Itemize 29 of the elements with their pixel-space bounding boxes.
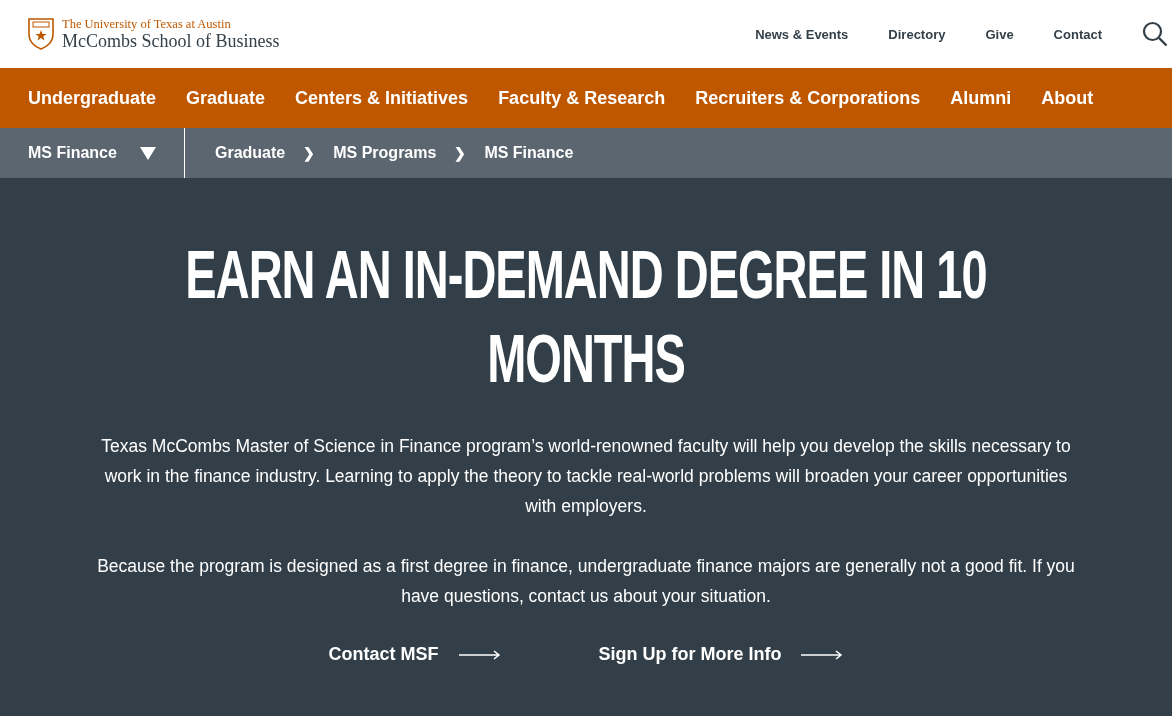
main-nav-link[interactable]: Undergraduate: [28, 87, 157, 109]
cta-link[interactable]: Contact MSF: [328, 644, 501, 665]
school-name: McCombs School of Business: [62, 31, 280, 51]
university-name: The University of Texas at Austin: [62, 17, 232, 31]
utility-link[interactable]: News & Events: [755, 26, 849, 42]
main-nav-link[interactable]: Faculty & Research: [498, 87, 666, 109]
breadcrumb-link[interactable]: MS Finance: [484, 144, 574, 162]
shield-icon: [28, 18, 54, 50]
breadcrumb-separator: ❯: [303, 145, 316, 161]
utility-link[interactable]: Give: [985, 26, 1014, 42]
main-nav-link[interactable]: About: [1041, 87, 1094, 109]
main-nav-link[interactable]: Graduate: [186, 87, 266, 109]
main-nav-link[interactable]: Centers & Initiatives: [295, 87, 469, 109]
utility-link[interactable]: Contact: [1053, 26, 1102, 42]
arrow-icon: [801, 649, 844, 660]
breadcrumb-link[interactable]: Graduate: [215, 144, 286, 162]
caret-icon: [140, 146, 156, 160]
cta-link[interactable]: Sign Up for More Info: [598, 644, 844, 665]
search-icon: [1142, 21, 1168, 47]
breadcrumb-link[interactable]: MS Programs: [333, 144, 437, 162]
main-nav-link[interactable]: Alumni: [950, 87, 1012, 109]
search-button[interactable]: [1142, 21, 1168, 47]
hero-paragraph: Because the program is designed as a first degree in finance, undergraduate finance majors are generally not a good fit. If you have questions, contact us about your situation.: [96, 555, 1076, 608]
main-nav-link[interactable]: Recruiters & Corporations: [695, 87, 921, 109]
hero-paragraph: Texas McCombs Master of Science in Finance program’s world-renowned faculty will help you develop the skills necessary to work in the finance industry. Learning to apply the theory to tackle real-world problems will broaden your career opportunities with employers.: [100, 435, 1072, 518]
breadcrumb-separator: ❯: [454, 145, 467, 161]
hero-headline: EARN AN IN-DEMAND DEGREE IN 10 MONTHS: [184, 234, 988, 399]
utility-link[interactable]: Directory: [888, 26, 946, 42]
arrow-icon: [458, 649, 501, 660]
